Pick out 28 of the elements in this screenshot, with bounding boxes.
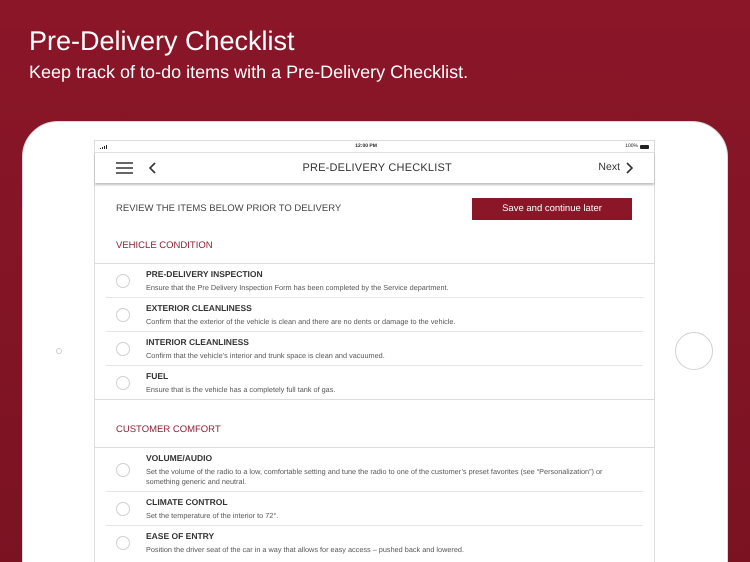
camera-icon bbox=[56, 348, 62, 354]
item-title: FUEL bbox=[146, 370, 170, 382]
home-button[interactable] bbox=[675, 332, 713, 370]
save-button[interactable]: Save and continue later bbox=[472, 198, 632, 220]
hero-subtitle: Keep track of to-do items with a Pre-Delivery Checklist. bbox=[29, 61, 470, 84]
battery-icon bbox=[640, 144, 649, 148]
radio-button[interactable] bbox=[116, 536, 130, 550]
menu-icon[interactable] bbox=[116, 162, 133, 174]
item-title: VOLUME/AUDIO bbox=[146, 452, 214, 464]
item-title: PRE-DELIVERY INSPECTION bbox=[146, 268, 264, 280]
item-title: CLIMATE CONTROL bbox=[146, 496, 229, 508]
radio-button[interactable] bbox=[116, 376, 130, 390]
radio-button[interactable] bbox=[116, 342, 130, 356]
item-title: EASE OF ENTRY bbox=[146, 530, 216, 542]
item-title: INTERIOR CLEANLINESS bbox=[146, 336, 250, 348]
radio-button[interactable] bbox=[116, 462, 130, 476]
back-icon[interactable] bbox=[149, 162, 156, 174]
hero-title: Pre-Delivery Checklist bbox=[29, 25, 296, 58]
item-title: EXTERIOR CLEANLINESS bbox=[146, 302, 253, 314]
next-button[interactable]: Next bbox=[598, 160, 633, 176]
radio-button[interactable] bbox=[116, 274, 130, 288]
chevron-icon bbox=[626, 162, 633, 174]
radio-button[interactable] bbox=[116, 308, 130, 322]
intro-text: REVIEW THE ITEMS BELOW PRIOR TO DELIVERY bbox=[116, 202, 342, 216]
section-heading: CUSTOMER COMFORT bbox=[116, 424, 221, 435]
radio-button[interactable] bbox=[116, 502, 130, 516]
section-heading: VEHICLE CONDITION bbox=[116, 240, 213, 251]
screen-title: PRE-DELIVERY CHECKLIST bbox=[301, 160, 453, 176]
